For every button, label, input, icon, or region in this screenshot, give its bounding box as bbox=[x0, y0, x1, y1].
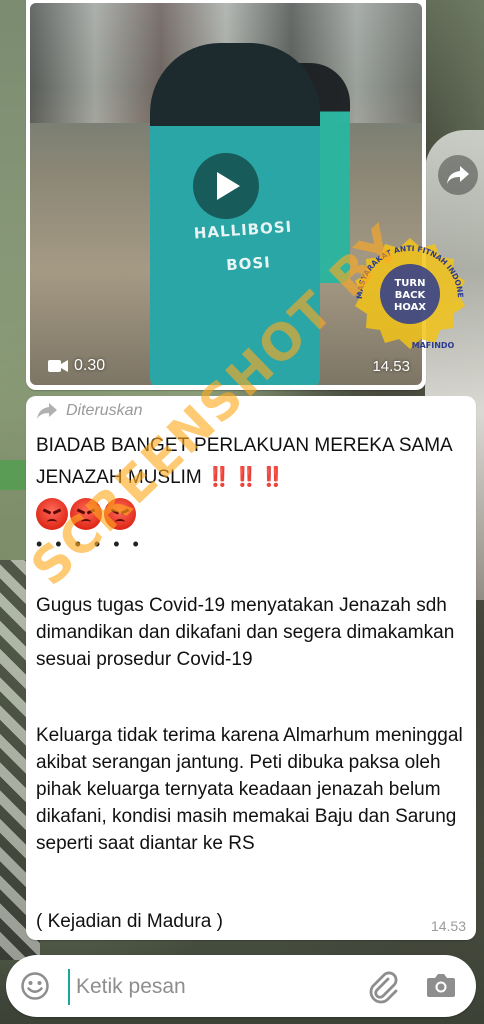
angry-face-icon bbox=[104, 498, 136, 530]
angry-face-icon bbox=[36, 498, 68, 530]
forward-share-button[interactable] bbox=[438, 155, 478, 195]
double-exclamation-emoji: ‼️ ‼️ ‼️ bbox=[207, 467, 285, 488]
share-icon bbox=[447, 166, 469, 184]
message-input-bar bbox=[6, 955, 476, 1017]
message-paragraph-1: Gugus tugas Covid-19 menyatakan Jenazah … bbox=[36, 595, 455, 670]
paperclip-icon[interactable] bbox=[366, 970, 400, 1004]
emoji-icon[interactable] bbox=[20, 971, 50, 1001]
forwarded-text: Diteruskan bbox=[66, 402, 143, 419]
forwarded-label: Diteruskan bbox=[36, 402, 142, 420]
message-title: BIADAB BANGET PERLAKUAN MEREKA SAMA JENA… bbox=[36, 430, 466, 494]
message-timestamp: 14.53 bbox=[430, 918, 466, 934]
message-paragraph-3: ( Kejadian di Madura ) bbox=[36, 911, 223, 932]
seal-text-mafindo: MAFINDO bbox=[412, 341, 455, 350]
video-shirt-text: HALLIBOSI BOSI bbox=[193, 217, 293, 275]
play-icon bbox=[217, 172, 240, 200]
bullet-dots: • • • • • • bbox=[36, 534, 143, 554]
angry-face-icon bbox=[70, 498, 102, 530]
forward-arrow-icon bbox=[37, 403, 57, 419]
video-duration: 0.30 bbox=[48, 357, 105, 375]
camera-icon[interactable] bbox=[426, 971, 456, 999]
text-message-bubble[interactable]: Diteruskan BIADAB BANGET PERLAKUAN MEREK… bbox=[26, 396, 476, 940]
play-button[interactable] bbox=[193, 153, 259, 219]
angry-emoji-row bbox=[36, 498, 136, 530]
seal-text-hoax: HOAX bbox=[394, 302, 426, 313]
videocam-icon bbox=[48, 360, 68, 372]
seal-text-turn: TURN bbox=[394, 278, 425, 289]
seal-text-back: BACK bbox=[395, 290, 427, 301]
video-duration-text: 0.30 bbox=[74, 357, 106, 374]
message-input[interactable] bbox=[68, 969, 368, 1005]
message-paragraph-2: Keluarga tidak terima karena Almarhum me… bbox=[36, 725, 463, 854]
turnbackhoax-seal-logo: MASYARAKAT ANTI FITNAH INDONESIA TURN BA… bbox=[345, 236, 465, 350]
